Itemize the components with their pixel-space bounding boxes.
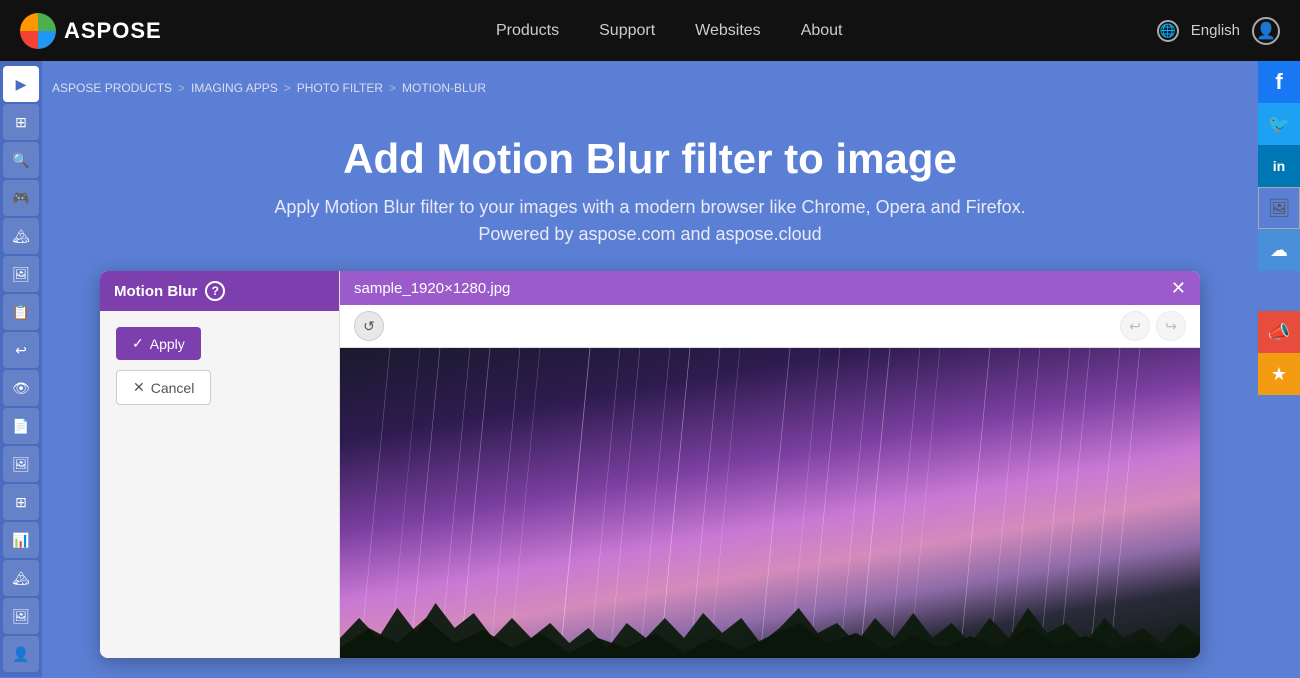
left-panel: Motion Blur ? ✓ Apply ✕ Cancel — [100, 271, 340, 658]
social-star[interactable]: ★ — [1258, 353, 1300, 395]
brand-logo[interactable]: ASPOSE — [20, 13, 162, 49]
globe-icon: 🌐 — [1157, 20, 1179, 42]
social-linkedin[interactable]: in — [1258, 145, 1300, 187]
tool-landscape[interactable]: 🏔 — [3, 218, 39, 254]
breadcrumb-products[interactable]: ASPOSE PRODUCTS — [52, 81, 172, 95]
hero-subtitle: Apply Motion Blur filter to your images … — [42, 197, 1258, 218]
hero-powered-by: Powered by aspose.com and aspose.cloud — [42, 224, 1258, 245]
filter-tab: Motion Blur ? — [100, 271, 339, 311]
filter-tab-label: Motion Blur — [114, 283, 197, 300]
image-header: sample_1920×1280.jpg ✕ — [340, 271, 1200, 305]
tool-user[interactable]: 👤 — [3, 636, 39, 672]
cancel-cross: ✕ — [133, 379, 145, 396]
social-facebook[interactable]: f — [1258, 61, 1300, 103]
tool-grid[interactable]: ⊞ — [3, 104, 39, 140]
apply-button[interactable]: ✓ Apply — [116, 327, 201, 360]
breadcrumb-sep-2: > — [284, 81, 291, 95]
social-image-share[interactable]: 🖼 — [1258, 187, 1300, 229]
redo-button[interactable]: ↪ — [1156, 311, 1186, 341]
tool-controls[interactable]: 🎮 — [3, 180, 39, 216]
tool-image2[interactable]: 🖼 — [3, 446, 39, 482]
breadcrumb-sep-3: > — [389, 81, 396, 95]
tool-clipboard[interactable]: 📋 — [3, 294, 39, 330]
language-label[interactable]: English — [1191, 22, 1240, 39]
image-toolbar: ↺ ↩ ↪ — [340, 305, 1200, 348]
tool-grid2[interactable]: ⊞ — [3, 484, 39, 520]
main-content: ASPOSE PRODUCTS > IMAGING APPS > PHOTO F… — [42, 61, 1258, 678]
brand-name: ASPOSE — [64, 18, 162, 44]
nav-support[interactable]: Support — [599, 22, 655, 40]
night-sky-image — [340, 348, 1200, 658]
rotate-left-button[interactable]: ↺ — [354, 311, 384, 341]
hero-title: Add Motion Blur filter to image — [42, 135, 1258, 183]
cancel-label: Cancel — [151, 380, 195, 396]
apply-label: Apply — [150, 336, 185, 352]
editor-container: Motion Blur ? ✓ Apply ✕ Cancel — [100, 271, 1200, 658]
undo-button[interactable]: ↩ — [1120, 311, 1150, 341]
hero-section: Add Motion Blur filter to image Apply Mo… — [42, 105, 1258, 271]
breadcrumb-filter[interactable]: PHOTO FILTER — [297, 81, 383, 95]
panel-buttons: ✓ Apply ✕ Cancel — [100, 311, 339, 421]
trees-silhouette — [340, 588, 1200, 658]
breadcrumb-imaging[interactable]: IMAGING APPS — [191, 81, 278, 95]
logo-icon — [20, 13, 56, 49]
tool-chart[interactable]: 📊 — [3, 522, 39, 558]
toolbar-right: ↩ ↪ — [1120, 311, 1186, 341]
close-button[interactable]: ✕ — [1171, 279, 1186, 297]
breadcrumb-motion-blur[interactable]: MOTION-BLUR — [402, 81, 486, 95]
social-sidebar: f 🐦 in 🖼 ☁ 📣 ★ — [1258, 61, 1300, 395]
navbar: ASPOSE Products Support Websites About 🌐… — [0, 0, 1300, 61]
nav-links: Products Support Websites About — [212, 22, 1127, 40]
breadcrumb: ASPOSE PRODUCTS > IMAGING APPS > PHOTO F… — [42, 71, 1258, 105]
nav-about[interactable]: About — [801, 22, 843, 40]
social-notify[interactable]: 📣 — [1258, 311, 1300, 353]
image-area — [340, 348, 1200, 658]
tool-zoom[interactable]: 🔍 — [3, 142, 39, 178]
filename: sample_1920×1280.jpg — [354, 280, 510, 297]
nav-websites[interactable]: Websites — [695, 22, 761, 40]
user-icon[interactable]: 👤 — [1252, 17, 1280, 45]
social-twitter[interactable]: 🐦 — [1258, 103, 1300, 145]
nav-products[interactable]: Products — [496, 22, 559, 40]
right-panel: sample_1920×1280.jpg ✕ ↺ ↩ ↪ — [340, 271, 1200, 658]
tool-landscape2[interactable]: 🏔 — [3, 560, 39, 596]
tool-frame2[interactable]: 🖼 — [3, 598, 39, 634]
social-gap — [1258, 271, 1300, 291]
sidebar-left: ▶ ⊞ 🔍 🎮 🏔 🖼 📋 ↩ 👁 📄 🖼 ⊞ 📊 🏔 🖼 👤 — [0, 61, 42, 677]
tool-frame[interactable]: 🖼 — [3, 256, 39, 292]
tool-view[interactable]: 👁 — [3, 370, 39, 406]
apply-checkmark: ✓ — [132, 335, 144, 352]
editor-wrapper: Motion Blur ? ✓ Apply ✕ Cancel — [42, 271, 1258, 678]
nav-right: 🌐 English 👤 — [1157, 17, 1280, 45]
toolbar-left: ↺ — [354, 311, 384, 341]
tool-document[interactable]: 📄 — [3, 408, 39, 444]
cancel-button[interactable]: ✕ Cancel — [116, 370, 211, 405]
tool-undo[interactable]: ↩ — [3, 332, 39, 368]
help-icon[interactable]: ? — [205, 281, 225, 301]
tool-expand[interactable]: ▶ — [3, 66, 39, 102]
social-cloud[interactable]: ☁ — [1258, 229, 1300, 271]
breadcrumb-sep-1: > — [178, 81, 185, 95]
